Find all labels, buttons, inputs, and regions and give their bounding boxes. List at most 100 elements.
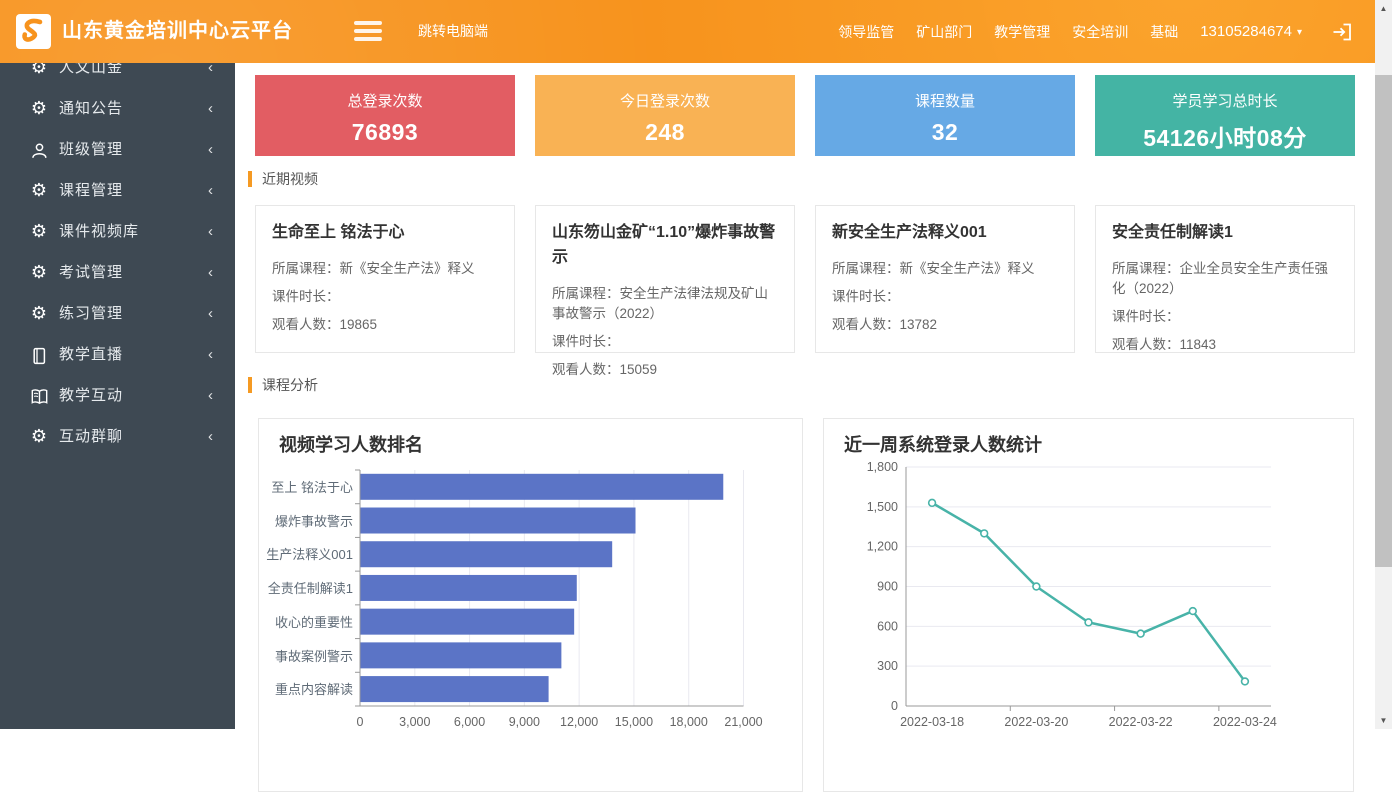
video-viewers: 观看人数：11843	[1112, 335, 1338, 355]
video-title: 安全责任制解读1	[1112, 220, 1338, 245]
stat-value: 32	[815, 119, 1075, 146]
stat-value: 76893	[255, 119, 515, 146]
user-phone-dropdown[interactable]: 13105284674▾	[1200, 23, 1302, 40]
svg-text:2022-03-24: 2022-03-24	[1213, 715, 1277, 729]
section-recent-videos: 近期视频	[248, 169, 318, 189]
sidebar-item-label: 班级管理	[59, 141, 123, 158]
chevron-left-icon: ‹	[208, 334, 213, 375]
section-title-text: 课程分析	[262, 377, 318, 393]
sidebar-item-8[interactable]: 教学互动 ‹	[0, 375, 235, 416]
video-duration: 课件时长：	[272, 287, 498, 307]
bar-0	[361, 474, 724, 500]
video-viewers: 观看人数：13782	[832, 315, 1058, 335]
svg-text:1,800: 1,800	[867, 460, 898, 474]
sidebar-item-9[interactable]: ⚙ 互动群聊 ‹	[0, 416, 235, 457]
gear-icon: ⚙	[28, 211, 50, 252]
section-course-analysis: 课程分析	[248, 375, 318, 395]
svg-text:1,500: 1,500	[867, 500, 898, 514]
data-point-2	[1033, 583, 1040, 590]
video-card[interactable]: 安全责任制解读1 所属课程：企业全员安全生产责任强化（2022） 课件时长： 观…	[1095, 205, 1355, 353]
nav-item-safety-training[interactable]: 安全培训	[1072, 22, 1128, 42]
scrollbar-thumb[interactable]	[1375, 75, 1392, 567]
user-icon	[28, 129, 50, 170]
svg-text:6,000: 6,000	[454, 715, 485, 729]
app-title: 山东黄金培训中心云平台	[62, 0, 293, 63]
arrow-down-icon[interactable]: ▼	[1375, 712, 1392, 729]
sidebar-item-2[interactable]: 班级管理 ‹	[0, 129, 235, 170]
sidebar-item-label: 互动群聊	[59, 428, 123, 445]
sidebar-item-label: 教学互动	[59, 387, 123, 404]
video-title: 生命至上 铭法于心	[272, 220, 498, 245]
bar-category-label: 生产法释义001	[259, 544, 353, 564]
bar-category-label: 至上 铭法于心	[259, 477, 353, 497]
bar-3	[361, 575, 577, 601]
stat-label: 学员学习总时长	[1095, 90, 1355, 111]
vertical-scrollbar: ▲ ▼	[1375, 0, 1392, 729]
data-point-6	[1242, 678, 1249, 685]
bar-4	[361, 609, 575, 635]
open-book-icon	[28, 375, 50, 416]
svg-text:2022-03-20: 2022-03-20	[1004, 715, 1068, 729]
nav-item-mine-department[interactable]: 矿山部门	[916, 22, 972, 42]
arrow-up-icon[interactable]: ▲	[1375, 0, 1392, 17]
tablet-icon	[28, 334, 50, 375]
video-card[interactable]: 生命至上 铭法于心 所属课程：新《安全生产法》释义 课件时长： 观看人数：198…	[255, 205, 515, 353]
gear-icon: ⚙	[28, 88, 50, 129]
chevron-left-icon: ‹	[208, 416, 213, 457]
bar-category-label: 收心的重要性	[259, 612, 353, 632]
jump-to-desktop-link[interactable]: 跳转电脑端	[418, 0, 488, 63]
gear-icon: ⚙	[28, 416, 50, 457]
line-chart-card: 近一周系统登录人数统计 03006009001,2001,5001,800202…	[823, 418, 1354, 792]
bar-5	[361, 642, 562, 668]
sidebar-item-5[interactable]: ⚙考试管理‹	[0, 252, 235, 293]
chevron-left-icon: ‹	[208, 375, 213, 416]
sidebar-item-label: 练习管理	[59, 305, 123, 322]
data-point-3	[1085, 619, 1092, 626]
video-duration: 课件时长：	[832, 287, 1058, 307]
bar-chart-svg: 03,0006,0009,00012,00015,00018,00021,000	[259, 419, 804, 793]
sidebar-item-label: 通知公告	[59, 100, 123, 117]
video-card[interactable]: 新安全生产法释义001 所属课程：新《安全生产法》释义 课件时长： 观看人数：1…	[815, 205, 1075, 353]
video-course: 所属课程：新《安全生产法》释义	[272, 259, 498, 279]
sidebar: ⚙人文山金‹⚙通知公告‹班级管理‹⚙课程管理‹⚙课件视频库‹⚙考试管理‹⚙练习管…	[0, 0, 235, 729]
nav-item-basic[interactable]: 基础	[1150, 22, 1178, 42]
svg-text:2022-03-18: 2022-03-18	[900, 715, 964, 729]
bar-category-label: 爆炸事故警示	[259, 511, 353, 531]
stat-card-total-study-time: 学员学习总时长 54126小时08分	[1095, 75, 1355, 156]
main-content: 总登录次数 76893 今日登录次数 248 课程数量 32 学员学习总时长 5…	[235, 63, 1375, 729]
hamburger-menu-icon[interactable]	[354, 21, 384, 43]
bar-chart-card: 视频学习人数排名 03,0006,0009,00012,00015,00018,…	[258, 418, 803, 792]
video-course: 所属课程：企业全员安全生产责任强化（2022）	[1112, 259, 1338, 299]
stat-card-today-logins: 今日登录次数 248	[535, 75, 795, 156]
sidebar-item-4[interactable]: ⚙课件视频库‹	[0, 211, 235, 252]
video-title: 新安全生产法释义001	[832, 220, 1058, 245]
sidebar-item-7[interactable]: 教学直播‹	[0, 334, 235, 375]
data-point-4	[1137, 630, 1144, 637]
stat-label: 课程数量	[815, 90, 1075, 111]
sidebar-item-6[interactable]: ⚙ 练习管理 ‹	[0, 293, 235, 334]
app-header: 山东黄金培训中心云平台 跳转电脑端 领导监管 矿山部门 教学管理 安全培训 基础…	[0, 0, 1392, 63]
sidebar-item-1[interactable]: ⚙ 通知公告 ‹	[0, 88, 235, 129]
svg-text:3,000: 3,000	[399, 715, 430, 729]
video-card[interactable]: 山东笏山金矿“1.10”爆炸事故警示 所属课程：安全生产法律法规及矿山事故警示（…	[535, 205, 795, 353]
svg-text:15,000: 15,000	[615, 715, 653, 729]
video-course: 所属课程：新《安全生产法》释义	[832, 259, 1058, 279]
chevron-down-icon: ▾	[1297, 27, 1302, 38]
bar-category-label: 事故案例警示	[259, 646, 353, 666]
stat-value: 54126小时08分	[1095, 119, 1355, 153]
chevron-left-icon: ‹	[208, 293, 213, 334]
line-series	[932, 503, 1245, 682]
nav-item-leader-supervision[interactable]: 领导监管	[838, 22, 894, 42]
chevron-left-icon: ‹	[208, 88, 213, 129]
section-title-text: 近期视频	[262, 171, 318, 187]
gear-icon: ⚙	[28, 293, 50, 334]
svg-text:12,000: 12,000	[560, 715, 598, 729]
bar-1	[361, 508, 636, 534]
nav-item-teaching-management[interactable]: 教学管理	[994, 22, 1050, 42]
logout-icon[interactable]	[1330, 20, 1354, 44]
sidebar-item-3[interactable]: ⚙课程管理‹	[0, 170, 235, 211]
svg-text:0: 0	[891, 699, 898, 713]
chevron-left-icon: ‹	[208, 129, 213, 170]
bar-6	[361, 676, 549, 702]
svg-text:600: 600	[877, 619, 898, 633]
